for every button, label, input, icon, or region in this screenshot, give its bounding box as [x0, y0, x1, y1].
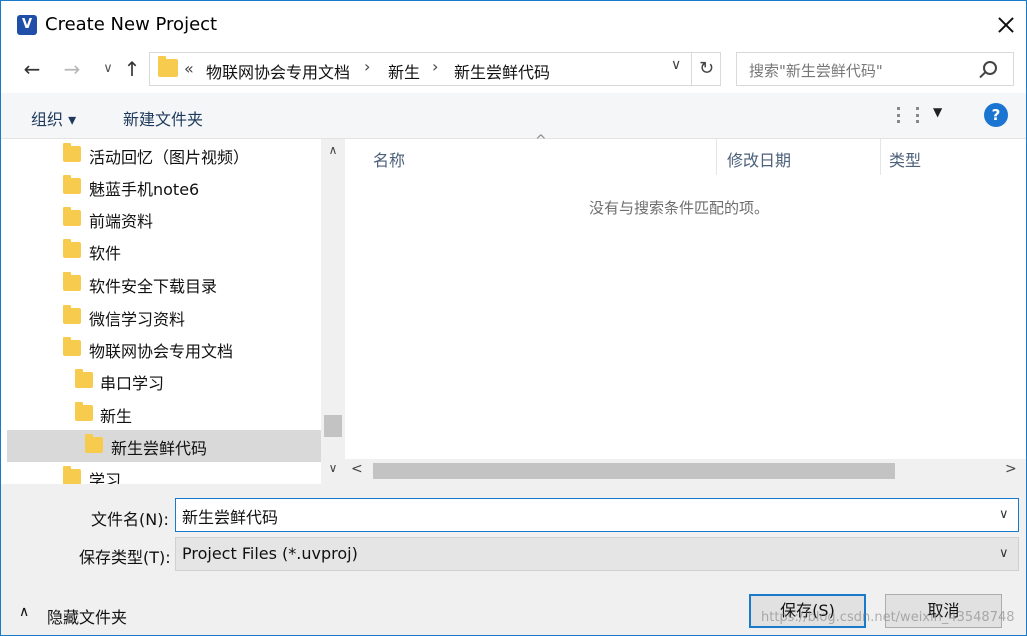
folder-icon	[85, 434, 103, 453]
new-folder-button[interactable]: 新建文件夹	[123, 106, 203, 130]
folder-icon	[63, 272, 81, 291]
tree-item-label: 软件	[89, 244, 122, 263]
tree-vertical-scrollbar[interactable]: ∧ ∨	[321, 139, 345, 484]
empty-results-message: 没有与搜索条件匹配的项。	[589, 199, 770, 217]
filetype-chevron-icon[interactable]: ∨	[999, 546, 1009, 561]
tree-item[interactable]: 魅蓝手机note6	[1, 171, 321, 203]
watermark-text: https://blog.csdn.net/weixin_43548748	[761, 610, 1015, 625]
save-form: 文件名(N): 新生尝鲜代码 ∨ 保存类型(T): Project Files …	[1, 484, 1026, 635]
tree-item[interactable]: 软件安全下载目录	[1, 268, 321, 300]
tree-item[interactable]: 物联网协会专用文档	[1, 333, 321, 365]
folder-icon	[63, 337, 81, 356]
address-bar[interactable]: « 物联网协会专用文档 › 新生 › 新生尝鲜代码 ∨ ↻	[149, 52, 721, 86]
details-view-icon	[897, 107, 919, 123]
scroll-left-icon[interactable]: <	[351, 461, 363, 477]
filename-input[interactable]: 新生尝鲜代码	[175, 498, 1019, 532]
breadcrumb-item[interactable]: 新生尝鲜代码	[454, 59, 550, 83]
tree-item-label: 物联网协会专用文档	[89, 342, 234, 361]
folder-icon	[158, 56, 178, 77]
breadcrumb-item[interactable]: 新生	[388, 59, 420, 83]
tree-item-label: 前端资料	[89, 212, 154, 231]
filetype-select[interactable]: Project Files (*.uvproj)	[175, 537, 1019, 571]
organize-menu-button[interactable]: 组织 ▾	[31, 106, 76, 130]
scroll-down-icon[interactable]: ∨	[321, 461, 345, 481]
up-arrow-icon[interactable]: ↑	[119, 55, 145, 83]
recent-locations-chevron-icon[interactable]: ∨	[95, 55, 121, 83]
folder-icon	[63, 239, 81, 258]
tree-item-label: 串口学习	[100, 374, 165, 393]
keil-app-icon: V	[17, 15, 37, 35]
column-header-label: 修改日期	[727, 151, 792, 170]
tree-item[interactable]: 软件	[1, 235, 321, 267]
folder-icon	[63, 207, 81, 226]
address-history-chevron-icon[interactable]: ∨	[671, 57, 681, 73]
back-arrow-icon[interactable]: ←	[19, 55, 45, 83]
tree-item-label: 软件安全下载目录	[89, 277, 218, 296]
tree-item-label: 活动回忆（图片视频）	[89, 148, 250, 167]
folder-icon	[63, 466, 81, 484]
tree-item-label: 新生尝鲜代码	[111, 439, 208, 458]
create-project-dialog: V Create New Project ← → ∨ ↑ « 物联网协会专用文档…	[0, 0, 1027, 636]
scrollbar-thumb[interactable]	[324, 415, 342, 437]
tree-item[interactable]: 前端资料	[1, 203, 321, 235]
window-title: Create New Project	[45, 14, 218, 35]
tree-item-selected[interactable]: 新生尝鲜代码	[7, 430, 321, 462]
tree-item-label: 微信学习资料	[89, 310, 186, 329]
filename-history-chevron-icon[interactable]: ∨	[999, 507, 1009, 522]
folder-icon	[63, 175, 81, 194]
tree-item-label: 魅蓝手机note6	[89, 180, 200, 199]
column-header-type[interactable]: 类型	[881, 139, 1026, 175]
file-list-horizontal-scrollbar[interactable]: < >	[345, 459, 1026, 484]
column-header-label: 类型	[889, 151, 922, 170]
refresh-icon[interactable]: ↻	[691, 53, 721, 85]
navigation-pane: 活动回忆（图片视频） 魅蓝手机note6 前端资料 软件 软件安全下载目录 微信…	[1, 139, 345, 484]
command-bar: 组织 ▾ 新建文件夹 ▼ ?	[1, 93, 1026, 139]
filename-label: 文件名(N):	[91, 510, 169, 529]
search-placeholder: 搜索"新生尝鲜代码"	[749, 62, 883, 80]
tree-item[interactable]: 微信学习资料	[1, 301, 321, 333]
filetype-label: 保存类型(T):	[79, 548, 171, 567]
hide-folders-label: 隐藏文件夹	[47, 608, 128, 627]
folder-icon	[63, 143, 81, 162]
tree-item-label: 新生	[100, 407, 133, 426]
scrollbar-thumb[interactable]	[373, 463, 895, 479]
change-view-button[interactable]: ▼	[897, 105, 947, 129]
breadcrumb-separator-icon[interactable]: ›	[432, 57, 438, 76]
folder-icon	[63, 305, 81, 324]
search-input[interactable]: 搜索"新生尝鲜代码"	[736, 52, 1014, 86]
tree-item-label: 学习	[89, 471, 122, 484]
folder-icon	[75, 369, 93, 388]
scroll-up-icon[interactable]: ∧	[321, 143, 345, 163]
breadcrumb-separator-icon[interactable]: ›	[364, 57, 370, 76]
column-header-name[interactable]: 名称 ^	[345, 133, 717, 175]
caret-down-icon: ▼	[933, 105, 943, 119]
tree-item[interactable]: 活动回忆（图片视频）	[1, 139, 321, 171]
close-button[interactable]	[983, 7, 1026, 43]
column-header-date-modified[interactable]: 修改日期	[717, 139, 881, 175]
column-header-label: 名称	[373, 151, 406, 170]
folder-icon	[75, 402, 93, 421]
tree-item[interactable]: 学习	[1, 462, 321, 484]
search-icon[interactable]	[983, 61, 997, 75]
forward-arrow-icon[interactable]: →	[59, 55, 85, 83]
tree-item[interactable]: 串口学习	[1, 365, 321, 397]
help-icon[interactable]: ?	[984, 103, 1008, 127]
sort-ascending-icon: ^	[535, 133, 547, 149]
breadcrumb-item[interactable]: 物联网协会专用文档	[206, 59, 350, 83]
breadcrumb-overflow[interactable]: «	[184, 59, 194, 78]
chevron-up-icon: ∧	[19, 604, 30, 620]
tree-item[interactable]: 新生	[1, 398, 321, 430]
title-bar: V Create New Project	[1, 1, 1026, 49]
file-list-pane: 名称 ^ 修改日期 类型 没有与搜索条件匹配的项。 < >	[345, 133, 1026, 484]
scroll-right-icon[interactable]: >	[1005, 461, 1017, 477]
